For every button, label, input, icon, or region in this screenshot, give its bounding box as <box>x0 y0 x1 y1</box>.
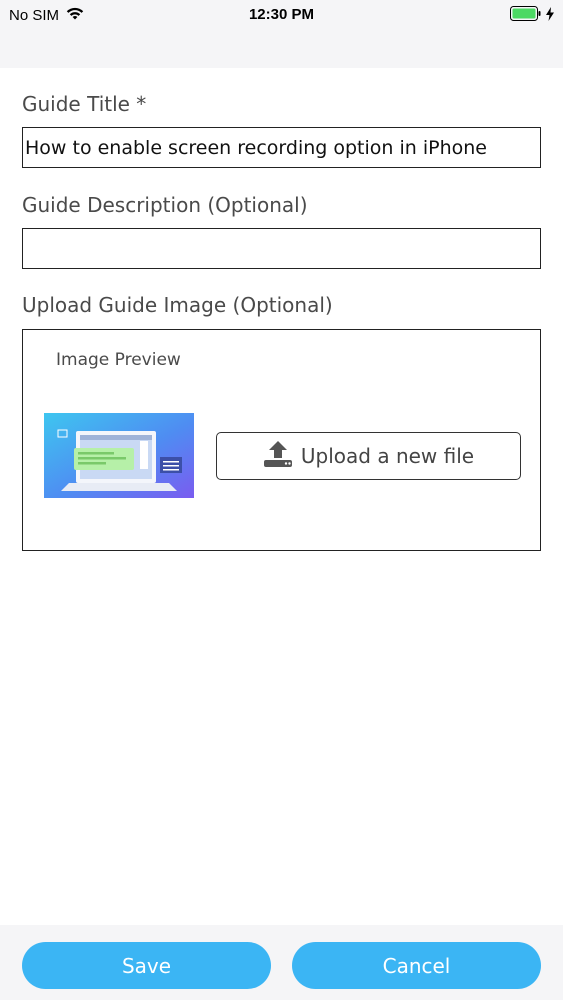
status-right <box>510 6 554 26</box>
guide-description-label: Guide Description (Optional) <box>22 193 308 217</box>
upload-new-file-button[interactable]: Upload a new file <box>216 432 521 480</box>
upload-button-label: Upload a new file <box>300 444 475 468</box>
image-upload-box: Image Preview Upload a new file <box>22 329 541 551</box>
charging-bolt-icon <box>546 6 554 26</box>
guide-title-label: Guide Title * <box>22 92 147 116</box>
status-time: 12:30 PM <box>248 6 315 23</box>
footer-bar: Save Cancel <box>0 925 563 1000</box>
cancel-button[interactable]: Cancel <box>292 942 541 989</box>
status-bar: No SIM 12:30 PM <box>0 0 563 30</box>
save-button[interactable]: Save <box>22 942 271 989</box>
upload-image-label: Upload Guide Image (Optional) <box>22 293 333 317</box>
battery-icon <box>510 6 542 26</box>
navigation-bar <box>0 30 563 68</box>
image-preview-thumbnail <box>44 413 194 498</box>
guide-title-input[interactable]: How to enable screen recording option in… <box>22 127 541 168</box>
upload-icon <box>263 440 293 473</box>
image-preview-label: Image Preview <box>56 350 181 370</box>
guide-description-input[interactable] <box>22 228 541 269</box>
